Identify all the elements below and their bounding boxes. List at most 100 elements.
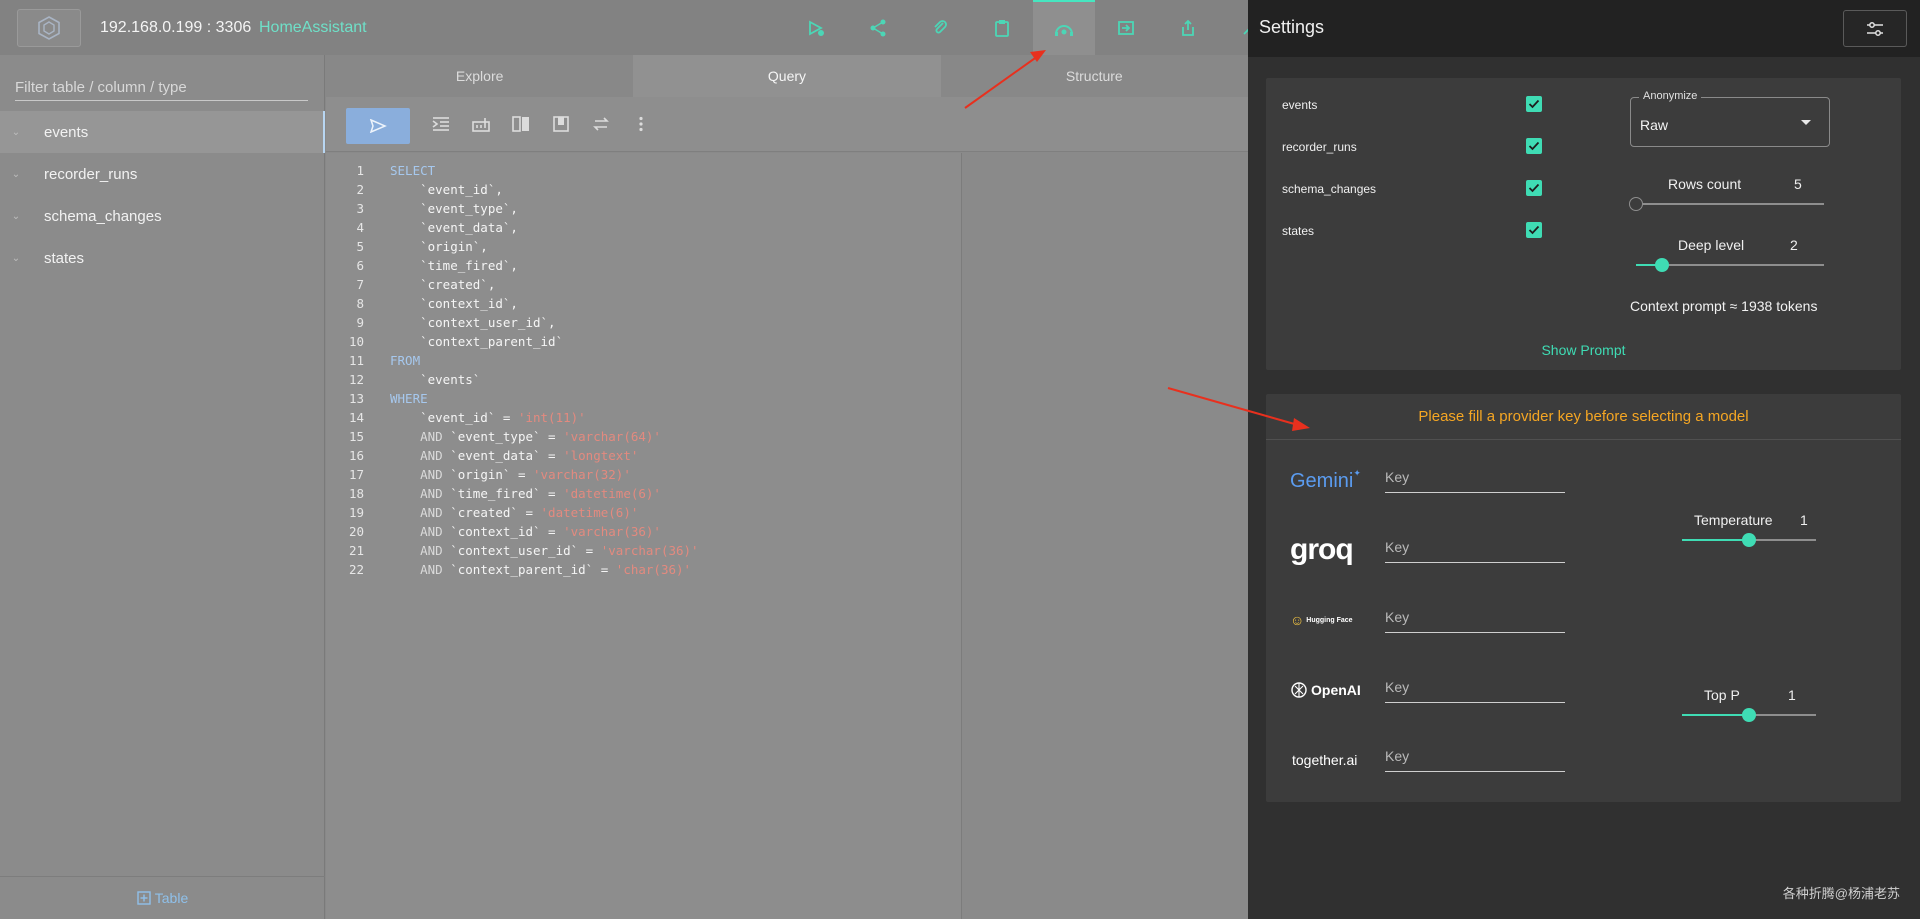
attachment-icon[interactable]: [909, 0, 971, 55]
chevron-down-icon: ⌄: [11, 168, 21, 180]
context-prompt-tokens: Context prompt ≈ 1938 tokens: [1630, 298, 1818, 314]
table-name: events: [44, 123, 89, 141]
sql-token: `time_fired` =: [450, 486, 564, 501]
slider-thumb[interactable]: [1629, 197, 1643, 211]
provider-warning: Please fill a provider key before select…: [1266, 394, 1901, 440]
temperature-label: Temperature: [1694, 512, 1773, 528]
sql-token: `event_type` =: [450, 429, 564, 444]
code-line: 22 AND `context_parent_id` = 'char(36)': [326, 562, 962, 581]
hugging-face-key-input[interactable]: Key: [1385, 603, 1565, 633]
sql-token: `created` =: [450, 505, 541, 520]
temperature-value: 1: [1800, 512, 1808, 528]
gemini-key-input[interactable]: Key: [1385, 463, 1565, 493]
code-line: 21 AND `context_user_id` = 'varchar(36)': [326, 543, 962, 562]
slider-thumb[interactable]: [1742, 708, 1756, 722]
ai-assistant-icon[interactable]: [1033, 0, 1095, 55]
database-name[interactable]: HomeAssistant: [259, 19, 367, 37]
sidebar-item-schema-changes[interactable]: ⌄ schema_changes: [0, 195, 325, 237]
checkbox-schema-changes[interactable]: [1526, 180, 1542, 196]
top-p-slider[interactable]: [1682, 708, 1816, 722]
line-number: 18: [348, 486, 364, 501]
line-number: 2: [356, 182, 364, 197]
sql-keyword: WHERE: [390, 391, 428, 406]
checkbox-recorder-runs[interactable]: [1526, 138, 1542, 154]
table-option-label: events: [1282, 98, 1318, 112]
checkmark-icon: [1528, 225, 1540, 235]
checkbox-states[interactable]: [1526, 222, 1542, 238]
rows-count-slider[interactable]: [1629, 197, 1824, 211]
cube-logo-icon: [38, 16, 60, 40]
tab-structure[interactable]: Structure: [940, 55, 1248, 97]
sidebar-item-states[interactable]: ⌄ states: [0, 237, 325, 279]
split-columns-icon[interactable]: [510, 113, 532, 135]
top-p-label: Top P: [1704, 687, 1740, 703]
gemini-logo-text: Gemini: [1290, 469, 1354, 492]
add-table-button[interactable]: Table: [0, 876, 325, 919]
settings-options-button[interactable]: [1843, 10, 1907, 47]
sql-token: `context_id` =: [450, 524, 564, 539]
clipboard-icon[interactable]: [971, 0, 1033, 55]
code-line: 7 `created`,: [326, 277, 962, 296]
line-number: 22: [348, 562, 364, 577]
swap-icon[interactable]: [590, 113, 612, 135]
share-icon[interactable]: [847, 0, 909, 55]
sql-string: 'varchar(32)': [533, 467, 631, 482]
run-query-button[interactable]: [346, 108, 410, 144]
run-query-icon[interactable]: [785, 0, 847, 55]
app-logo-button[interactable]: [17, 9, 81, 47]
slider-thumb[interactable]: [1655, 258, 1670, 272]
checkbox-events[interactable]: [1526, 96, 1542, 112]
line-number: 21: [348, 543, 364, 558]
sql-token: `event_id` =: [390, 410, 518, 425]
table-name: recorder_runs: [44, 165, 138, 183]
line-number: 14: [348, 410, 364, 425]
openai-key-input[interactable]: Key: [1385, 673, 1565, 703]
checkmark-icon: [1528, 99, 1540, 109]
connection-address: 192.168.0.199 : 3306: [100, 19, 252, 36]
table-name: schema_changes: [44, 207, 162, 225]
sidebar-item-events[interactable]: ⌄ events: [0, 111, 325, 153]
filter-table-input[interactable]: Filter table / column / type: [15, 71, 308, 101]
sql-token: `events`: [390, 372, 481, 387]
sql-token: `context_user_id`,: [390, 315, 556, 330]
groq-key-input[interactable]: Key: [1385, 533, 1565, 563]
slider-thumb[interactable]: [1742, 533, 1756, 547]
sql-string: 'varchar(36)': [563, 524, 661, 539]
sql-token: `created`,: [390, 277, 496, 292]
import-icon[interactable]: [1095, 0, 1157, 55]
rows-count-label: Rows count: [1668, 176, 1742, 192]
more-vertical-icon[interactable]: [630, 113, 652, 135]
checkmark-icon: [1528, 141, 1540, 151]
export-icon[interactable]: [1157, 0, 1219, 55]
code-line: 16 AND `event_data` = 'longtext': [326, 448, 962, 467]
gemini-logo: Gemini ✦: [1290, 466, 1361, 496]
panel-icon[interactable]: [550, 113, 572, 135]
tab-query[interactable]: Query: [633, 55, 941, 97]
code-text: `context_id`,: [390, 296, 518, 311]
together-ai-logo-text: together.ai: [1292, 752, 1358, 768]
hugging-face-icon: ☺: [1290, 612, 1305, 628]
code-line: 8 `context_id`,: [326, 296, 962, 315]
sql-token: AND: [390, 562, 451, 577]
show-prompt-link[interactable]: Show Prompt: [1266, 342, 1901, 358]
code-text: SELECT: [390, 163, 435, 178]
sql-token: AND: [390, 505, 451, 520]
temperature-slider[interactable]: [1682, 533, 1816, 547]
tab-explore[interactable]: Explore: [326, 55, 634, 97]
sidebar-item-recorder-runs[interactable]: ⌄ recorder_runs: [0, 153, 325, 195]
explain-icon[interactable]: [470, 113, 492, 135]
sql-editor[interactable]: 1 SELECT 2 `event_id`, 3 `event_type`, 4 `ev…: [326, 153, 962, 919]
table-option-label: recorder_runs: [1282, 140, 1357, 154]
sql-token: `context_parent_id`: [390, 334, 564, 349]
deep-level-slider[interactable]: [1636, 258, 1824, 272]
line-number: 13: [348, 391, 364, 406]
anonymize-select[interactable]: Anonymize Raw: [1630, 90, 1830, 147]
together-ai-key-input[interactable]: Key: [1385, 742, 1565, 772]
groq-logo: groq: [1290, 533, 1354, 566]
sql-token: AND: [390, 429, 451, 444]
chevron-down-icon: ⌄: [11, 252, 21, 264]
format-indent-icon[interactable]: [430, 113, 452, 135]
groq-logo-text: groq: [1290, 533, 1354, 566]
code-line: 14 `event_id` = 'int(11)': [326, 410, 962, 429]
line-number: 16: [348, 448, 364, 463]
